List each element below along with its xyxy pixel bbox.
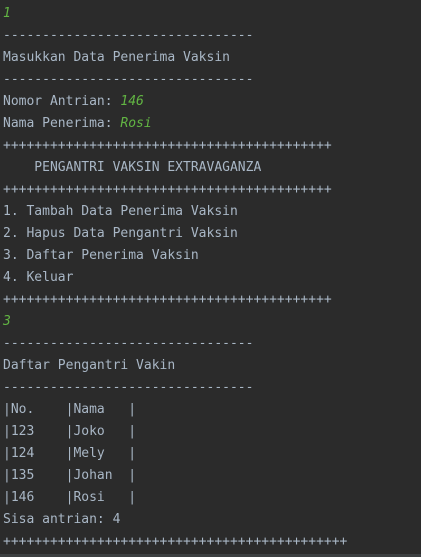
enter-data-header: Masukkan Data Penerima Vaksin <box>3 50 230 65</box>
separator-dashes: -------------------------------- <box>3 336 254 351</box>
separator-dashes: -------------------------------- <box>3 28 254 43</box>
separator-dashes: -------------------------------- <box>3 380 254 395</box>
separator-plus: ++++++++++++++++++++++++++++++++++++++++… <box>3 534 348 549</box>
separator-plus: ++++++++++++++++++++++++++++++++++++++++… <box>3 182 332 197</box>
queue-number-line: Nomor Antrian: 146 <box>3 91 421 113</box>
menu-title: PENGANTRI VAKSIN EXTRAVAGANZA <box>3 160 262 175</box>
menu-item-add: 1. Tambah Data Penerima Vaksin <box>3 204 238 219</box>
user-input-menu-choice: 1 <box>3 6 11 21</box>
recipient-name-line: Nama Penerima: Rosi <box>3 113 421 135</box>
queue-number-label: Nomor Antrian: <box>3 94 121 109</box>
recipient-name-label: Nama Penerima: <box>3 116 121 131</box>
menu-item-delete: 2. Hapus Data Pengantri Vaksin <box>3 226 238 241</box>
menu-item-list: 3. Daftar Penerima Vaksin <box>3 248 199 263</box>
separator-dashes: -------------------------------- <box>3 72 254 87</box>
table-row: |123 |Joko | <box>3 424 137 439</box>
list-header: Daftar Pengantri Vakin <box>3 358 176 373</box>
table-row: |135 |Johan | <box>3 468 137 483</box>
recipient-name-input: Rosi <box>120 116 152 131</box>
user-input-menu-choice: 3 <box>3 314 11 329</box>
separator-plus: ++++++++++++++++++++++++++++++++++++++++… <box>3 292 332 307</box>
remaining-queue: Sisa antrian: 4 <box>3 512 121 527</box>
table-row: |124 |Mely | <box>3 446 137 461</box>
table-header-row: |No. |Nama | <box>3 402 137 417</box>
table-row: |146 |Rosi | <box>3 490 137 505</box>
separator-plus: ++++++++++++++++++++++++++++++++++++++++… <box>3 138 332 153</box>
console-output[interactable]: 1 -------------------------------- Masuk… <box>3 3 421 553</box>
menu-item-exit: 4. Keluar <box>3 270 74 285</box>
queue-number-input: 146 <box>120 94 144 109</box>
